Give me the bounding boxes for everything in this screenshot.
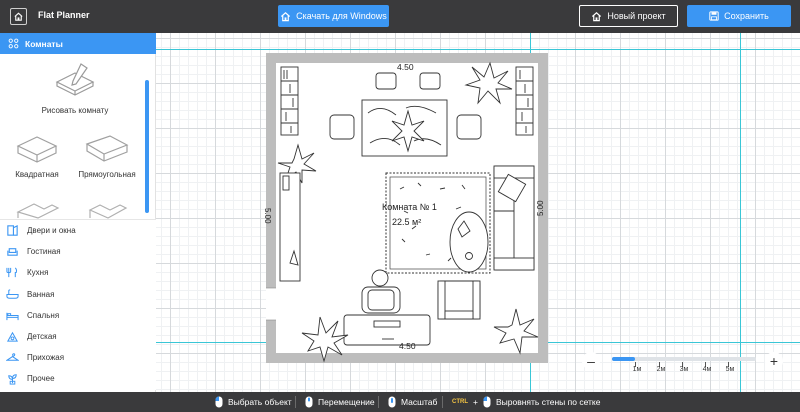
- category-label: Прочее: [27, 374, 55, 384]
- hint-select-label: Выбрать объект: [228, 397, 292, 407]
- zoom-slider-fill: [612, 357, 635, 361]
- hint-scale: Масштаб: [388, 396, 437, 408]
- draw-room-icon: [55, 63, 95, 96]
- grid-icon: [8, 38, 19, 49]
- category-hallway[interactable]: Прихожая: [0, 347, 156, 368]
- plus-sign: +: [473, 397, 478, 407]
- zoom-label: 3м: [679, 366, 689, 373]
- sofa[interactable]: [493, 165, 535, 271]
- rectangular-room-label: Прямоугольная: [78, 170, 136, 179]
- hint-align-label: Выровнять стены по сетке: [495, 397, 601, 407]
- category-living-room[interactable]: Гостиная: [0, 241, 156, 262]
- home-icon: [592, 11, 602, 21]
- square-room-icon: [16, 136, 58, 163]
- plant-icon: [8, 374, 17, 385]
- sidebar: Комнаты Рисовать комнату Квадратная Прям…: [0, 33, 156, 392]
- plan-canvas[interactable]: 4.50 4.50 5.00 5.00 Комната № 1 22.5 м² …: [156, 33, 800, 392]
- kids-icon: [6, 331, 19, 342]
- category-kitchen[interactable]: Кухня: [0, 262, 156, 283]
- armchair[interactable]: [437, 280, 481, 320]
- square-room-label: Квадратная: [15, 170, 59, 179]
- divider: [295, 396, 296, 408]
- save-button[interactable]: Сохранить: [687, 5, 791, 27]
- hint-scale-label: Масштаб: [401, 397, 438, 407]
- mouse-left-icon: [483, 396, 491, 408]
- divider: [442, 396, 443, 408]
- top-bar: Flat Planner Скачать для Windows Новый п…: [0, 0, 800, 33]
- rectangular-room-tool[interactable]: Прямоугольная: [72, 132, 142, 179]
- zoom-label: 4м: [702, 366, 712, 373]
- category-label: Двери и окна: [27, 226, 76, 236]
- tab-rooms[interactable]: Комнаты: [0, 33, 156, 54]
- desk[interactable]: [343, 314, 431, 346]
- zoom-in-button[interactable]: +: [765, 352, 783, 370]
- zoom-label: 2м: [656, 366, 666, 373]
- mouse-left-icon: [215, 396, 223, 408]
- bathtub-icon: [6, 289, 19, 299]
- tab-rooms-label: Комнаты: [25, 38, 63, 49]
- draw-room-tool[interactable]: Рисовать комнату: [0, 60, 150, 115]
- home-icon: [14, 12, 23, 21]
- category-other[interactable]: Прочее: [0, 368, 156, 389]
- category-doors-windows[interactable]: Двери и окна: [0, 220, 156, 241]
- door-icon: [7, 225, 18, 236]
- mouse-middle-icon: [305, 396, 313, 408]
- category-bathroom[interactable]: Ванная: [0, 284, 156, 305]
- top-dimension: 4.50: [397, 62, 414, 72]
- coffee-table[interactable]: [449, 211, 489, 273]
- left-dimension: 5.00: [263, 208, 272, 224]
- kitchen-icon: [6, 267, 18, 278]
- category-label: Гостиная: [27, 247, 61, 257]
- home-button[interactable]: [10, 8, 27, 25]
- save-label: Сохранить: [724, 11, 769, 21]
- save-icon: [709, 11, 719, 21]
- bottom-dimension: 4.50: [399, 341, 416, 351]
- bed-icon: [6, 312, 19, 320]
- zoom-slider[interactable]: [612, 357, 756, 367]
- zoom-out-button[interactable]: –: [582, 352, 600, 370]
- room-area: 22.5 м²: [392, 217, 422, 227]
- category-label: Прихожая: [27, 353, 65, 363]
- rectangular-room-icon: [85, 135, 129, 162]
- app-title: Flat Planner: [38, 10, 90, 20]
- category-bedroom[interactable]: Спальня: [0, 305, 156, 326]
- zoom-label: 1м: [632, 366, 642, 373]
- hint-move-label: Перемещение: [318, 397, 375, 407]
- category-label: Ванная: [27, 289, 55, 299]
- zoom-label: 5м: [725, 366, 735, 373]
- sofa-icon: [7, 248, 18, 257]
- ctrl-key: CTRL: [452, 399, 468, 405]
- hanger-icon: [6, 353, 19, 362]
- category-list: Двери и окна Гостиная Кухня Ванная Спаль…: [0, 219, 156, 390]
- bottom-bar: Выбрать объект Перемещение Масштаб CTRL …: [0, 392, 800, 412]
- category-label: Детская: [27, 332, 57, 342]
- new-project-button[interactable]: Новый проект: [579, 5, 678, 27]
- hint-align: CTRL + Выровнять стены по сетке: [452, 396, 600, 408]
- hint-move: Перемещение: [305, 396, 375, 408]
- mouse-wheel-icon: [388, 396, 396, 408]
- right-dimension: 5.00: [536, 200, 545, 216]
- download-windows-button[interactable]: Скачать для Windows: [278, 5, 389, 27]
- square-room-tool[interactable]: Квадратная: [2, 132, 72, 179]
- hint-select: Выбрать объект: [215, 396, 292, 408]
- bookshelf[interactable]: [515, 66, 534, 136]
- category-label: Спальня: [27, 310, 60, 320]
- home-icon: [281, 11, 291, 21]
- bookshelf[interactable]: [280, 66, 299, 136]
- category-label: Кухня: [27, 268, 49, 278]
- category-kids-room[interactable]: Детская: [0, 326, 156, 347]
- floor-plan: [266, 53, 548, 363]
- divider: [378, 396, 379, 408]
- draw-room-label: Рисовать комнату: [41, 106, 109, 115]
- new-project-label: Новый проект: [607, 11, 666, 21]
- room-name: Комната № 1: [382, 202, 437, 212]
- console-table[interactable]: [279, 172, 301, 282]
- rooms-scrollbar[interactable]: [145, 80, 149, 213]
- download-label: Скачать для Windows: [296, 11, 387, 21]
